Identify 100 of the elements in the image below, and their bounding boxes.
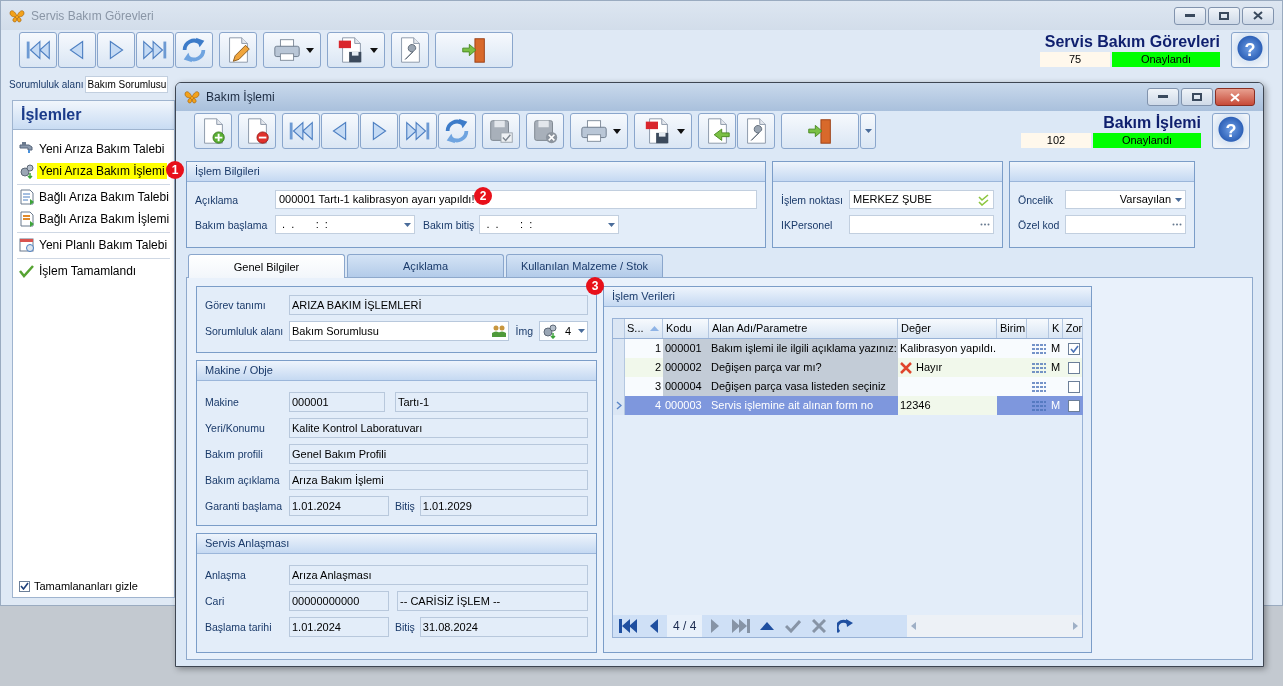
checkbox[interactable] <box>1068 342 1080 355</box>
next-button[interactable] <box>97 32 135 68</box>
save-button[interactable] <box>482 113 520 149</box>
machine-name-field: Tartı-1 <box>395 392 588 412</box>
action-item[interactable]: Yeni Arıza Bakım Talebi <box>37 141 167 157</box>
record-number: 75 <box>1040 52 1110 67</box>
settings-button[interactable] <box>391 32 429 68</box>
horizontal-scrollbar[interactable] <box>907 615 1082 637</box>
date-field: 31.08.2024 <box>419 617 588 637</box>
tab[interactable]: Açıklama <box>347 254 504 277</box>
table-cell: 4 <box>625 396 663 415</box>
column-header[interactable]: Birim <box>997 319 1027 338</box>
machine-code-field: 000001 <box>289 392 385 412</box>
table-cell: Bakım işlemi ile ilgili açıklama yazınız: <box>709 339 898 358</box>
date-field[interactable]: . . : : <box>275 215 415 234</box>
table-row[interactable]: 1 000001 Bakım işlemi ile ilgili açıklama yazınız: Kalibrasyon yapıldı. M <box>613 339 1082 358</box>
dropdown-button[interactable] <box>860 113 876 149</box>
table-row[interactable]: 4 000003 Servis işlemine ait alınan form no 12346 M <box>613 396 1082 415</box>
delete-button[interactable] <box>238 113 276 149</box>
account-name-field: -- CARİSİZ İŞLEM -- <box>397 591 588 611</box>
table-cell-text: M <box>1051 398 1061 413</box>
previous-icon <box>650 619 658 633</box>
edit-button[interactable] <box>219 32 257 68</box>
field-label: Sorumluluk alanı <box>205 325 285 337</box>
import-button[interactable] <box>698 113 736 149</box>
row-indicator[interactable] <box>613 396 625 415</box>
next-button[interactable] <box>360 113 398 149</box>
table-cell: Değişen parça vasa listeden seçiniz <box>709 377 898 396</box>
field-label: Cari <box>205 595 226 607</box>
field-label: Bakım bitiş <box>423 218 475 231</box>
table-row[interactable]: 2 000002 Değişen parça var mı? Hayır M <box>613 358 1082 377</box>
close-button[interactable] <box>1215 88 1255 106</box>
caret-icon <box>1175 197 1182 202</box>
table-cell: 000003 <box>663 396 709 415</box>
minimize-button[interactable] <box>1147 88 1179 106</box>
action-item[interactable]: Bağlı Arıza Bakım Talebi <box>37 189 171 205</box>
pdf-export-button[interactable] <box>327 32 385 68</box>
tab[interactable]: Kullanılan Malzeme / Stok <box>506 254 663 277</box>
table-cell-text: Hayır <box>916 360 943 375</box>
last-record-button[interactable] <box>399 113 437 149</box>
caret-icon <box>404 222 411 227</box>
action-item[interactable]: Yeni Planlı Bakım Talebi <box>37 237 170 253</box>
field-label: Makine <box>205 396 240 408</box>
action-item[interactable]: İşlem Tamamlandı <box>37 263 139 279</box>
personnel-field[interactable] <box>849 215 994 234</box>
print-button[interactable] <box>570 113 628 149</box>
field-label: İmg <box>515 325 533 337</box>
first-record-button[interactable] <box>19 32 57 68</box>
table-cell-text: 3 <box>653 379 662 394</box>
checkbox[interactable] <box>19 580 30 592</box>
last-record-button[interactable] <box>136 32 174 68</box>
field-label: Görev tanımı <box>205 299 267 311</box>
new-button[interactable] <box>194 113 232 149</box>
first-record-button[interactable] <box>282 113 320 149</box>
table-cell: 000004 <box>663 377 709 396</box>
gears-icon <box>542 323 558 339</box>
agreement-field: Arıza Anlaşması <box>289 565 588 585</box>
special-code-field[interactable] <box>1065 215 1186 234</box>
window-title: Bakım İşlemi <box>206 90 275 104</box>
action-item[interactable]: Yeni Arıza Bakım İşlemi <box>37 163 167 179</box>
caret-icon <box>370 47 378 53</box>
tab[interactable]: Genel Bilgiler <box>188 254 345 278</box>
exit-button[interactable] <box>781 113 859 149</box>
status-label: Onaylandı <box>1112 52 1220 67</box>
refresh-button[interactable] <box>438 113 476 149</box>
settings-button[interactable] <box>737 113 775 149</box>
people-icon <box>492 325 507 337</box>
date-field: 1.01.2029 <box>419 496 588 516</box>
column-header[interactable]: K <box>1049 319 1063 338</box>
checkbox[interactable] <box>1068 380 1080 393</box>
cancel-save-button[interactable] <box>526 113 564 149</box>
table-row[interactable]: 3 000004 Değişen parça vasa listeden seçiniz <box>613 377 1082 396</box>
responsibility-field[interactable]: Bakım Sorumlusu <box>289 321 510 341</box>
up-icon <box>760 622 775 630</box>
table-cell: Değişen parça var mı? <box>709 358 898 377</box>
date-field[interactable]: . . : : <box>479 215 620 234</box>
pdf-export-button[interactable] <box>634 113 692 149</box>
location-field[interactable]: MERKEZ ŞUBE <box>849 190 994 209</box>
print-button[interactable] <box>263 32 321 68</box>
priority-dropdown[interactable]: Varsayılan <box>1065 190 1186 209</box>
column-header[interactable]: Kodu <box>663 319 709 338</box>
caret-icon <box>864 129 872 133</box>
refresh-button[interactable] <box>175 32 213 68</box>
maximize-button[interactable] <box>1181 88 1213 106</box>
image-dropdown[interactable]: 4 <box>539 321 588 341</box>
column-header[interactable]: Değer <box>898 319 997 338</box>
group-header: İşlem Verileri <box>604 287 1091 307</box>
column-header[interactable]: S... <box>625 319 663 338</box>
previous-button[interactable] <box>58 32 96 68</box>
field-label: Öncelik <box>1018 193 1054 206</box>
previous-button[interactable] <box>321 113 359 149</box>
exit-button[interactable] <box>435 32 513 68</box>
field-label: Başlama tarihi <box>205 621 273 633</box>
action-item[interactable]: Bağlı Arıza Bakım İşlemi <box>37 211 172 227</box>
checkbox[interactable] <box>1068 361 1080 374</box>
responsibility-field[interactable]: Bakım Sorumlusu <box>85 75 169 93</box>
column-header[interactable]: Alan Adı/Parametre <box>709 319 898 338</box>
window-heading: Servis Bakım Görevleri <box>1044 32 1220 52</box>
checkbox[interactable] <box>1068 399 1080 412</box>
column-header[interactable]: Zor <box>1063 319 1083 338</box>
